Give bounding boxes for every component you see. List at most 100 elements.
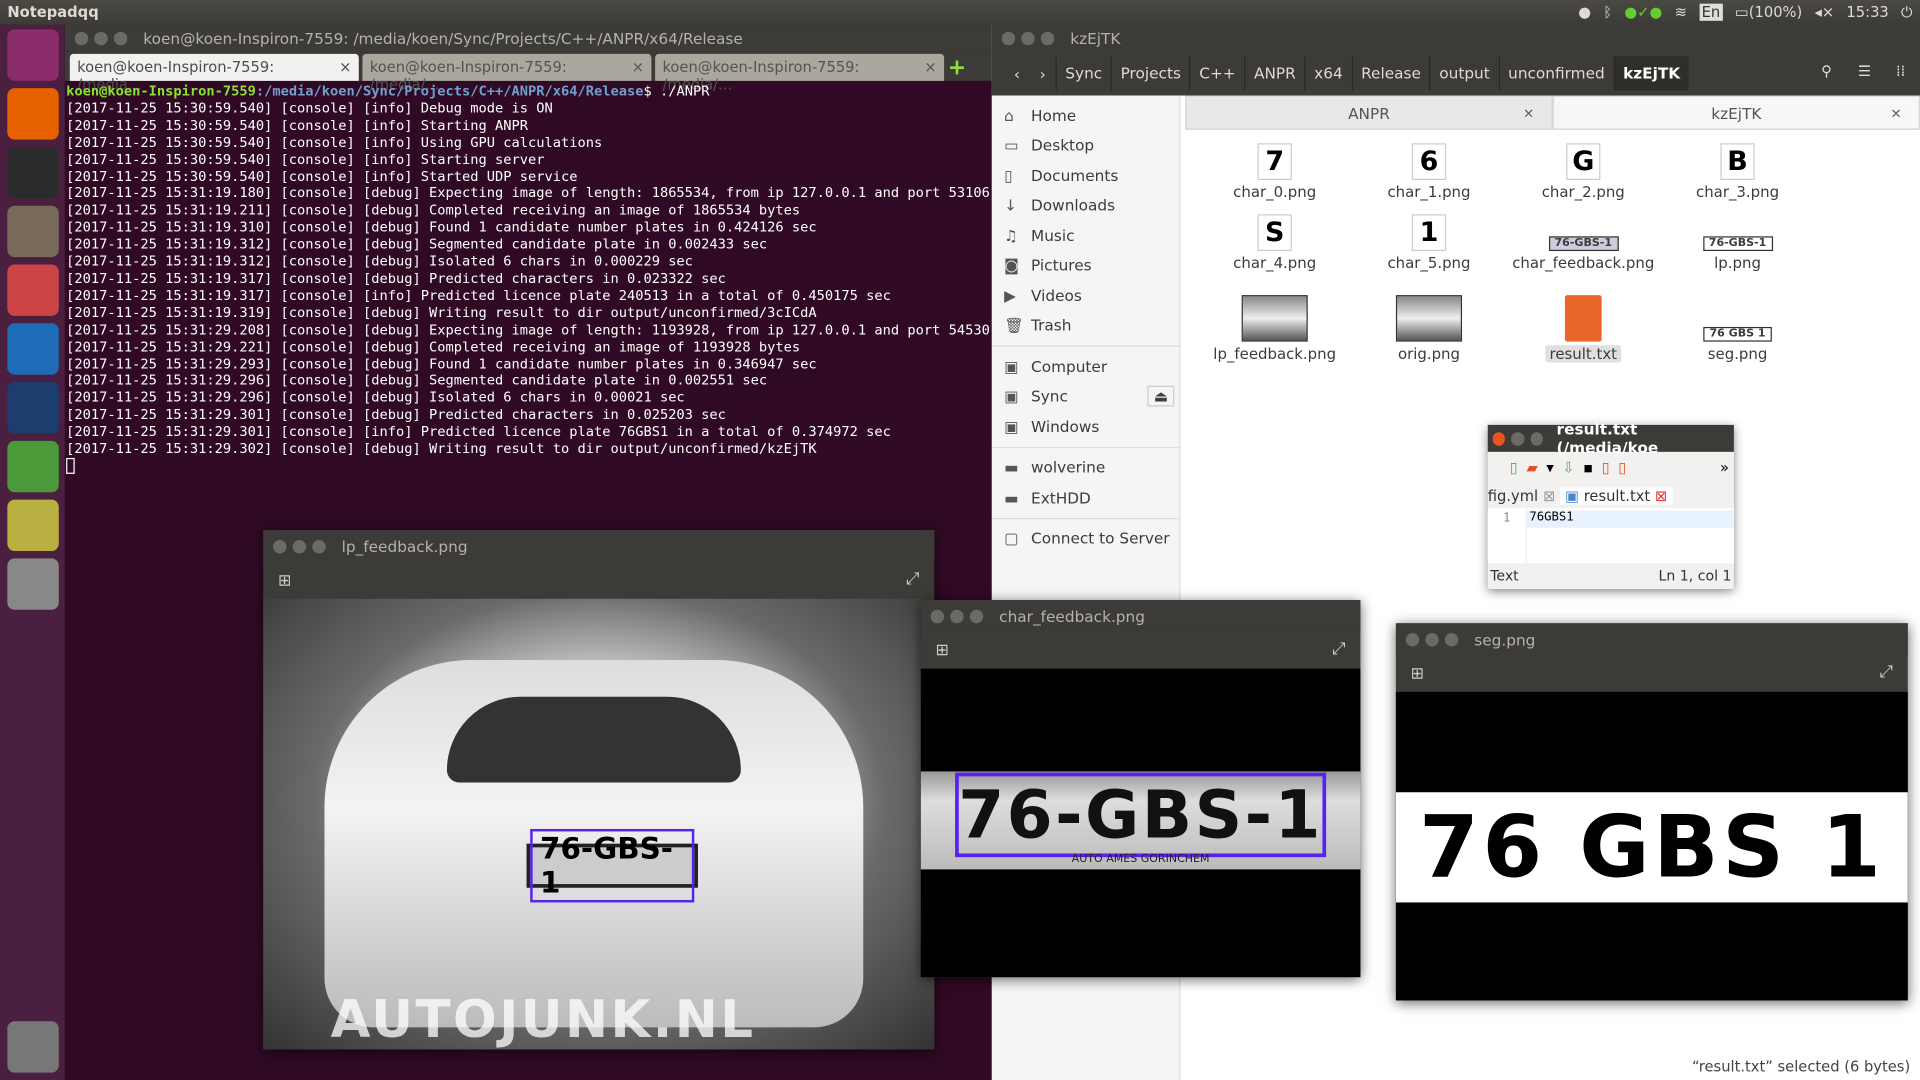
maximize-icon[interactable] — [113, 31, 128, 45]
language-mode[interactable]: Text — [1490, 567, 1518, 584]
network-icon[interactable]: ●✓● — [1624, 4, 1662, 21]
new-file-icon[interactable]: ▯ — [1510, 459, 1518, 476]
breadcrumb-anpr[interactable]: ANPR — [1244, 56, 1304, 91]
file-item[interactable]: 6 char_1.png — [1352, 137, 1506, 201]
close-tab-icon[interactable]: × — [1890, 105, 1901, 121]
breadcrumb-unconfirmed[interactable]: unconfirmed — [1498, 56, 1613, 91]
file-item[interactable]: lp_feedback.png — [1198, 279, 1352, 362]
maximize-icon[interactable] — [1040, 31, 1055, 45]
file-item[interactable]: Gchar_2.png — [1506, 137, 1660, 201]
sidebar-item-computer[interactable]: ▣ Computer — [992, 351, 1179, 381]
file-item[interactable]: 76-GBS-1 char_feedback.png — [1506, 208, 1660, 272]
maximize-icon[interactable] — [969, 609, 984, 623]
file-item[interactable]: Bchar_3.png — [1660, 137, 1814, 201]
minimize-icon[interactable] — [94, 31, 108, 45]
sidebar-item-pictures[interactable]: ◙ Pictures — [992, 250, 1179, 280]
clock[interactable]: 15:33 — [1846, 4, 1888, 21]
forward-icon[interactable]: › — [1030, 64, 1056, 82]
terminal-tab[interactable]: koen@koen-Inspiron-7559: /media... × — [69, 53, 359, 93]
trash-icon[interactable]: trash-icon — [6, 1021, 59, 1073]
breadcrumb-c[interactable]: C++ — [1189, 56, 1244, 91]
terminal-output[interactable]: koen@koen-Inspiron-7559:/media/koen/Sync… — [65, 81, 992, 478]
sidebar-item-sync[interactable]: ▣ Sync ⏏ — [992, 381, 1179, 411]
breadcrumb-x64[interactable]: x64 — [1304, 56, 1351, 91]
save-icon[interactable]: ▪ — [1583, 459, 1593, 476]
terminal-tab[interactable]: koen@koen-Inspiron-7559: /media/... × — [362, 53, 652, 93]
volume-muted-icon[interactable]: ◂× — [1814, 4, 1834, 21]
minimize-icon[interactable] — [1511, 431, 1525, 446]
reload-icon[interactable]: ⇩ — [1562, 459, 1574, 476]
file-item[interactable]: 76 GBS 1 seg.png — [1660, 279, 1814, 362]
files-icon[interactable]: files-icon — [6, 205, 59, 258]
maximize-icon[interactable] — [1444, 632, 1459, 646]
plus-icon[interactable]: ⊞ — [1411, 665, 1424, 683]
close-all-icon[interactable]: ▯ — [1618, 459, 1626, 476]
sidebar-item-music[interactable]: ♫ Music — [992, 220, 1179, 250]
sidebar-item-windows[interactable]: ▣ Windows — [992, 411, 1179, 441]
keyboard-layout[interactable]: En — [1699, 3, 1723, 21]
file-item[interactable]: Schar_4.png — [1198, 208, 1352, 272]
open-file-icon[interactable]: ▰ — [1526, 459, 1537, 476]
close-tab-icon[interactable]: ⊠ — [1543, 487, 1555, 504]
tab-kzejtk[interactable]: kzEjTK × — [1552, 95, 1920, 130]
minimize-icon[interactable] — [292, 539, 307, 553]
close-tab-icon[interactable]: × — [1523, 105, 1534, 121]
breadcrumb-release[interactable]: Release — [1351, 56, 1429, 91]
fullscreen-icon[interactable]: ⤢ — [1332, 639, 1346, 659]
close-file-icon[interactable]: ▯ — [1602, 459, 1610, 476]
sidebar-item-connect-to-server[interactable]: ▢ Connect to Server — [992, 523, 1179, 553]
sync-icon[interactable]: ● — [1578, 4, 1591, 21]
plus-icon[interactable]: ⊞ — [936, 642, 949, 660]
sidebar-item-exthdd[interactable]: ▬ ExtHDD — [992, 482, 1179, 512]
tab-result-txt[interactable]: ▣ result.txt ⊠ — [1560, 487, 1673, 505]
sidebar-item-downloads[interactable]: ↓ Downloads — [992, 190, 1179, 220]
close-icon[interactable] — [930, 609, 945, 623]
close-tab-icon[interactable]: × — [632, 59, 644, 76]
close-tab-icon[interactable]: × — [924, 59, 936, 76]
minimize-icon[interactable] — [1425, 632, 1439, 646]
list-view-icon[interactable]: ☰ — [1858, 62, 1871, 79]
close-icon[interactable] — [74, 31, 89, 45]
breadcrumb-kzejtk[interactable]: kzEjTK — [1613, 56, 1689, 91]
back-icon[interactable]: ‹ — [1004, 64, 1030, 82]
close-icon[interactable] — [273, 539, 287, 553]
settings-icon[interactable]: settings-icon — [6, 264, 59, 316]
file-item[interactable]: 1 char_5.png — [1352, 208, 1506, 272]
file-item[interactable]: 7 char_0.png — [1198, 137, 1352, 201]
close-icon[interactable] — [1001, 31, 1016, 45]
image-viewer-icon[interactable]: image-viewer-icon — [6, 499, 59, 552]
terminal-icon[interactable]: terminal-icon — [6, 146, 59, 199]
new-tab-icon[interactable]: + — [948, 55, 966, 81]
battery-icon[interactable]: ▭(100%) — [1735, 4, 1802, 21]
disk-icon[interactable]: disk-icon — [6, 558, 59, 610]
editor-area[interactable]: 1 76GBS1 — [1487, 508, 1734, 564]
sidebar-item-home[interactable]: ⌂ Home — [992, 100, 1179, 130]
firefox-icon[interactable]: firefox-icon — [6, 88, 59, 140]
breadcrumb-sync[interactable]: Sync — [1055, 56, 1111, 91]
breadcrumb-output[interactable]: output — [1429, 56, 1498, 91]
terminal-tab[interactable]: koen@koen-Inspiron-7559: /media/... × — [655, 53, 945, 93]
fullscreen-icon[interactable]: ⤢ — [1879, 662, 1893, 682]
file-item[interactable]: result.txt — [1506, 279, 1660, 363]
tab-fig-yml[interactable]: fig.yml — [1488, 487, 1538, 504]
lock-icon[interactable]: lock-icon — [6, 382, 59, 434]
more-icon[interactable]: » — [1720, 459, 1729, 476]
sidebar-item-documents[interactable]: ▯ Documents — [992, 160, 1179, 190]
maximize-icon[interactable] — [1530, 431, 1544, 446]
bluetooth-icon[interactable]: ᛒ — [1603, 4, 1612, 21]
grid-view-icon[interactable]: ⁞⁞ — [1896, 62, 1905, 79]
vscode-icon[interactable]: vscode-icon — [6, 323, 59, 375]
plus-icon[interactable]: ⊞ — [278, 572, 291, 590]
wifi-icon[interactable]: ≋ — [1675, 4, 1687, 21]
sidebar-item-videos[interactable]: ▶ Videos — [992, 280, 1179, 310]
sidebar-item-desktop[interactable]: ▭ Desktop — [992, 130, 1179, 160]
notepadqq-icon[interactable]: notepadqq-icon — [6, 440, 59, 493]
eject-icon[interactable]: ⏏ — [1147, 386, 1175, 407]
minimize-icon[interactable] — [950, 609, 964, 623]
close-icon[interactable] — [1405, 632, 1420, 646]
fullscreen-icon[interactable]: ⤢ — [906, 569, 920, 589]
maximize-icon[interactable] — [312, 539, 326, 553]
minimize-icon[interactable] — [1021, 31, 1035, 45]
search-icon[interactable]: ⚲ — [1821, 62, 1832, 79]
ubuntu-icon[interactable]: ubuntu-icon — [6, 29, 59, 81]
